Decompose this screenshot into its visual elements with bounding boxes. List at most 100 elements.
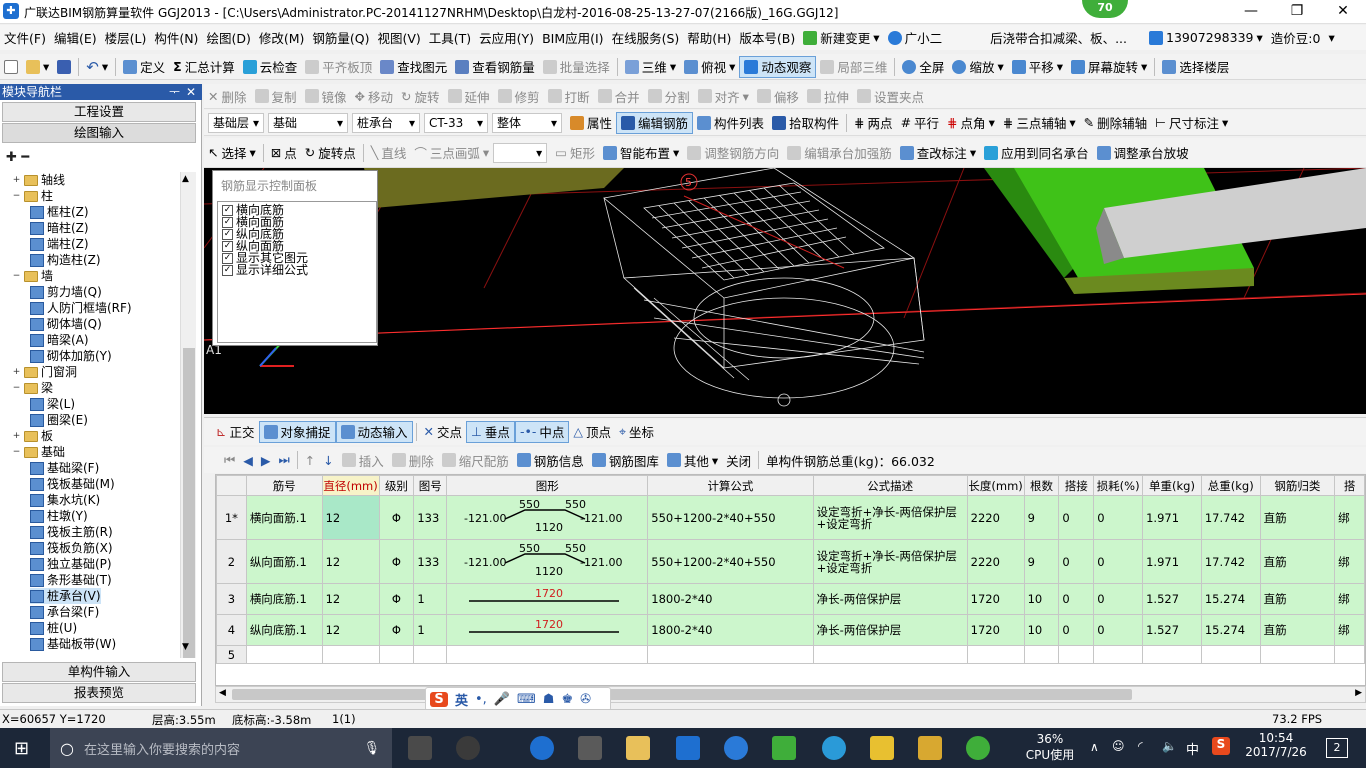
assistant-button[interactable]: 广小二: [884, 27, 947, 49]
column-header[interactable]: 计算公式: [647, 475, 814, 496]
volume-icon[interactable]: 🔈: [1162, 739, 1177, 753]
select-floor-button[interactable]: 选择楼层: [1158, 56, 1233, 78]
rotate-point-button[interactable]: ↻ 旋转点: [301, 142, 360, 164]
cell-desc[interactable]: 设定弯折+净长-两倍保护层+设定弯折: [812, 495, 968, 540]
move-up-button[interactable]: ↑: [301, 449, 319, 471]
menu-version[interactable]: 版本号(B): [735, 28, 799, 47]
mirror-button[interactable]: 镜像: [301, 85, 351, 107]
tree-item[interactable]: 梁(L): [30, 396, 75, 412]
cell-count[interactable]: 9: [1023, 539, 1060, 584]
define-button[interactable]: 定义: [119, 56, 169, 78]
cell-len[interactable]: 2220: [966, 539, 1025, 584]
column-header[interactable]: 公式描述: [812, 475, 968, 496]
column-header[interactable]: 图形: [446, 475, 649, 496]
tree-folder[interactable]: − 梁: [12, 380, 53, 396]
single-component-input-button[interactable]: 单构件输入: [2, 662, 196, 682]
smart-layout-button[interactable]: 智能布置 ▾: [599, 142, 683, 164]
column-header[interactable]: 直径(mm): [321, 475, 380, 496]
menu-rebar[interactable]: 钢筋量(Q): [308, 28, 373, 47]
checkbox-icon[interactable]: ✓: [222, 204, 233, 216]
cell-loss[interactable]: 0: [1093, 495, 1144, 540]
edit-cap-rebar-button[interactable]: 编辑承台加强筋: [783, 142, 896, 164]
menu-edit[interactable]: 编辑(E): [50, 28, 101, 47]
category-select[interactable]: 基础 ▾: [268, 112, 348, 133]
people-icon[interactable]: ☺: [1112, 739, 1125, 753]
empty-cell[interactable]: [966, 645, 1025, 664]
properties-button[interactable]: 属性: [566, 112, 616, 134]
collapse-icon[interactable]: −: [12, 268, 21, 284]
collapse-icon[interactable]: −: [12, 188, 21, 204]
cell-rn[interactable]: 3: [216, 583, 247, 615]
component-select[interactable]: CT-33 ▾: [424, 112, 488, 133]
checkbox-icon[interactable]: ✓: [222, 252, 233, 264]
arc-option-select[interactable]: ▾: [493, 142, 548, 163]
glodon-c-icon[interactable]: [822, 736, 846, 760]
empty-cell[interactable]: [1058, 645, 1095, 664]
notice-link[interactable]: 后浇带合扣减梁、板、...: [986, 28, 1131, 47]
tree-item[interactable]: 暗柱(Z): [30, 220, 89, 236]
cell-unit[interactable]: 1.971: [1142, 495, 1202, 540]
cell-shape[interactable]: -121.00 550 550 1120 -121.00: [446, 495, 649, 540]
explorer-icon[interactable]: [626, 736, 650, 760]
ime-lang-tray[interactable]: 中: [1186, 739, 1199, 758]
cell-shape[interactable]: 1720: [446, 614, 649, 646]
expand-collapse-icons[interactable]: ✚ ━: [6, 150, 29, 165]
other-button[interactable]: 其他 ▾: [663, 449, 722, 471]
expand-icon[interactable]: +: [12, 428, 21, 444]
collapse-icon[interactable]: −: [12, 380, 21, 396]
menu-help[interactable]: 帮助(H): [683, 28, 735, 47]
break-button[interactable]: 打断: [544, 85, 594, 107]
intersection-button[interactable]: ✕ 交点: [420, 421, 467, 443]
glodon-icon[interactable]: [676, 736, 700, 760]
tree-item[interactable]: 圈梁(E): [30, 412, 88, 428]
tree-item[interactable]: 独立基础(P): [30, 556, 112, 572]
column-header[interactable]: 长度(mm): [966, 475, 1025, 496]
apply-same-name-button[interactable]: 应用到同名承台: [980, 142, 1093, 164]
empty-cell[interactable]: [647, 645, 814, 664]
set-grip-button[interactable]: 设置夹点: [853, 85, 928, 107]
ortho-button[interactable]: ⊾ 正交: [212, 421, 259, 443]
column-header[interactable]: 级别: [378, 475, 415, 496]
dynamic-input-button[interactable]: 动态输入: [335, 420, 413, 443]
drawing-input-button[interactable]: 绘图输入: [2, 123, 196, 143]
calc-app-icon[interactable]: [772, 736, 796, 760]
parallel-button[interactable]: # 平行: [897, 112, 944, 134]
green-app-icon[interactable]: [966, 736, 990, 760]
undo-button[interactable]: ↶ ▾: [82, 56, 112, 78]
cell-formula[interactable]: 550+1200-2*40+550: [647, 495, 814, 540]
cell-len[interactable]: 1720: [966, 583, 1025, 615]
close-icon[interactable]: ✕: [186, 84, 196, 100]
cell-formula[interactable]: 1800-2*40: [647, 583, 814, 615]
menu-file[interactable]: 文件(F): [0, 28, 50, 47]
tree-folder[interactable]: − 墙: [12, 268, 53, 284]
menu-component[interactable]: 构件(N): [150, 28, 202, 47]
empty-cell[interactable]: [1334, 645, 1365, 664]
last-record-button[interactable]: ⏭: [275, 449, 294, 471]
top-view-button[interactable]: 俯视 ▾: [680, 56, 739, 78]
save-button[interactable]: [53, 56, 75, 78]
tree-scrollbar[interactable]: ▲ ▼: [180, 172, 196, 658]
column-header[interactable]: 根数: [1023, 475, 1060, 496]
cell-loss[interactable]: 0: [1093, 539, 1144, 584]
column-header[interactable]: 图号: [413, 475, 448, 496]
two-point-button[interactable]: ⋕ 两点: [850, 112, 897, 134]
three-point-axis-button[interactable]: ⋕ 三点辅轴 ▾: [999, 112, 1080, 134]
cell-fig[interactable]: 133: [413, 539, 448, 584]
cell-loss[interactable]: 0: [1093, 583, 1144, 615]
column-header[interactable]: 单重(kg): [1142, 475, 1202, 496]
tree-item[interactable]: 基础板带(W): [30, 636, 116, 652]
ime-toolbar[interactable]: S 英 •, 🎤 ⌨ ☗ ♚ ✇: [425, 687, 611, 711]
type-select[interactable]: 桩承台 ▾: [352, 112, 420, 133]
empty-cell[interactable]: [1142, 645, 1202, 664]
cell-rn[interactable]: 1*: [216, 495, 247, 540]
tree-item[interactable]: 构造柱(Z): [30, 252, 101, 268]
extend-button[interactable]: 延伸: [444, 85, 494, 107]
sogou-tray-icon[interactable]: S: [1212, 737, 1230, 755]
menu-draw[interactable]: 绘图(D): [202, 28, 254, 47]
empty-cell[interactable]: [1093, 645, 1144, 664]
check-label-button[interactable]: 查改标注 ▾: [896, 142, 980, 164]
table-row[interactable]: 4 纵向底筋.1 12 Φ 1 1720 1800-2*40 净长-两倍保护层 1720 10 0 0…: [216, 614, 1365, 646]
pan-button[interactable]: 平移 ▾: [1008, 56, 1067, 78]
next-record-button[interactable]: ▶: [257, 449, 275, 471]
cell-rn[interactable]: 2: [216, 539, 247, 584]
